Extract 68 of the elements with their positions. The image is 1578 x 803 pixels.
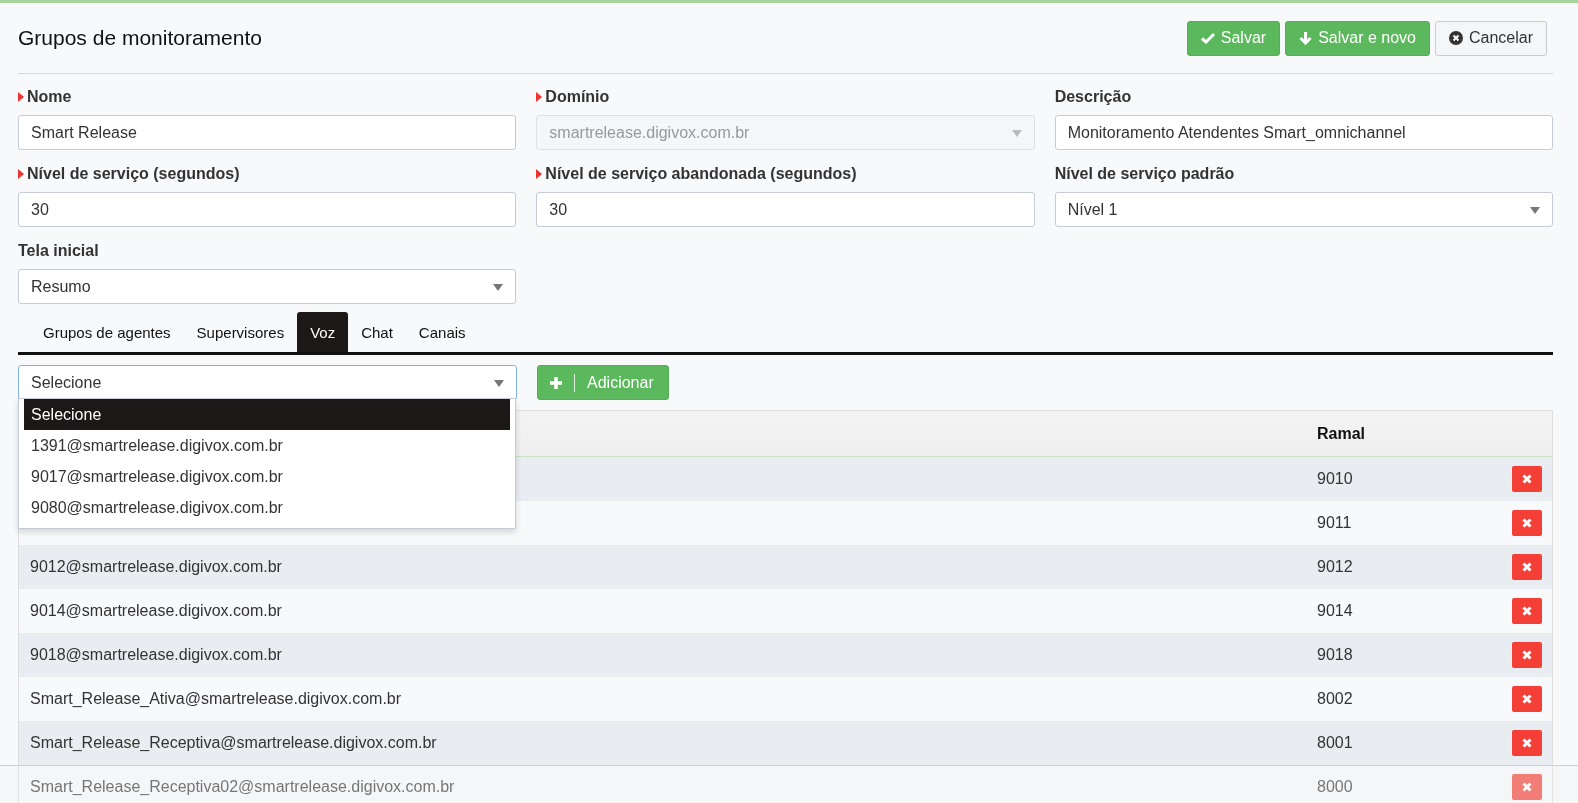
table-cell: 8001 [1317,734,1353,751]
required-marker-icon [536,169,543,179]
dropdown-option[interactable]: 1391@smartrelease.digivox.com.br [24,430,510,461]
tab[interactable]: Chat [348,312,406,352]
delete-button[interactable] [1512,774,1542,800]
close-icon [1522,518,1532,528]
caret-icon [1011,130,1022,137]
arrow-down-icon [1299,31,1313,45]
table-cell: 8002 [1317,690,1353,707]
close-icon [1522,474,1532,484]
table-cell: 9014 [1317,602,1353,619]
cancel-button[interactable]: Cancelar [1434,20,1547,56]
table-cell: Smart_Release_Receptiva@smartrelease.digivox.com.br [30,734,437,751]
table-cell: 9014@smartrelease.digivox.com.br [30,602,282,619]
tab[interactable]: Supervisores [183,312,298,352]
table-cell: 9012 [1317,558,1353,575]
input-field[interactable]: Monitoramento Atendentes Smart_omnichannel [1054,115,1553,150]
close-icon [1522,782,1532,792]
select-field[interactable]: Resumo [18,269,517,304]
close-icon [1522,562,1532,572]
field-label: Tela inicial [18,242,99,260]
close-icon [1522,650,1532,660]
table-cell: Smart_Release_Ativa@smartrelease.digivox.com.br [30,690,402,707]
dropdown-option[interactable]: 9017@smartrelease.digivox.com.br [24,461,510,492]
plus-icon [550,376,562,389]
delete-button[interactable] [1512,466,1542,492]
select-field[interactable]: Selecione [18,365,517,400]
delete-button[interactable] [1512,686,1542,712]
check-icon [1200,32,1215,44]
column-header: Ramal [1317,424,1367,443]
table-cell: 9018@smartrelease.digivox.com.br [30,646,282,663]
delete-button[interactable] [1512,510,1542,536]
table-cell: 9010 [1317,470,1353,487]
select-field[interactable]: Nível 1 [1054,192,1553,227]
table-cell: 9018 [1317,646,1353,663]
tab[interactable]: Grupos de agentes [30,312,184,352]
page-title: Grupos de monitoramento [18,26,262,50]
close-circle-icon [1448,31,1463,45]
required-marker-icon [18,92,24,102]
input-field[interactable]: 30 [536,192,1035,227]
tab[interactable]: Canais [405,312,479,352]
caret-icon [493,284,504,291]
close-icon [1522,738,1532,748]
table-cell: 8000 [1317,778,1353,795]
dropdown-option[interactable]: Selecione [24,399,510,430]
table-cell: 9011 [1317,514,1352,531]
delete-button[interactable] [1512,642,1542,668]
table-cell: 9012@smartrelease.digivox.com.br [30,558,282,575]
close-icon [1522,694,1532,704]
caret-icon [1530,207,1540,214]
tab[interactable]: Voz [297,312,349,352]
required-marker-icon [18,169,24,179]
input-field[interactable]: 30 [18,192,517,227]
required-marker-icon [536,92,543,102]
dropdown-option[interactable]: 9080@smartrelease.digivox.com.br [24,492,510,523]
close-icon [1522,606,1532,616]
input-field[interactable]: Smart Release [18,115,517,150]
field-label: Domínio [545,88,610,106]
field-label: Nível de serviço padrão [1054,165,1235,183]
field-label: Nível de serviço abandonada (segundos) [545,165,857,183]
field-label: Nível de serviço (segundos) [27,165,240,183]
field-label: Descrição [1054,88,1132,106]
field-label: Nome [27,88,72,106]
delete-button[interactable] [1512,730,1542,756]
delete-button[interactable] [1512,598,1542,624]
caret-icon [494,380,504,387]
table-cell: Smart_Release_Receptiva02@smartrelease.digivox.com.br [30,778,455,795]
delete-button[interactable] [1512,554,1542,580]
